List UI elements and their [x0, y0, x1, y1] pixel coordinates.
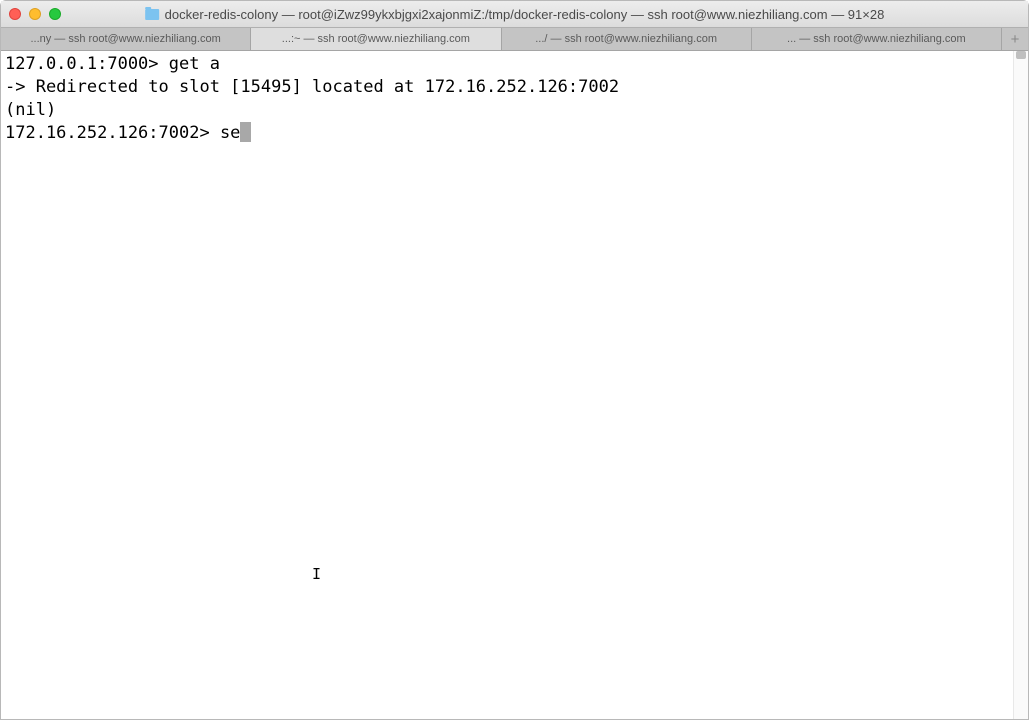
tab-2[interactable]: .../ — ssh root@www.niezhiliang.com	[502, 28, 752, 50]
prompt: 172.16.252.126:7002>	[5, 123, 220, 143]
tab-0[interactable]: ...ny — ssh root@www.niezhiliang.com	[1, 28, 251, 50]
tab-label: ... — ssh root@www.niezhiliang.com	[787, 33, 966, 45]
tab-3[interactable]: ... — ssh root@www.niezhiliang.com	[752, 28, 1002, 50]
tab-bar: ...ny — ssh root@www.niezhiliang.com ...…	[1, 28, 1028, 51]
tab-label: .../ — ssh root@www.niezhiliang.com	[535, 33, 717, 45]
tab-label: ...:~ — ssh root@www.niezhiliang.com	[282, 33, 470, 45]
minimize-icon[interactable]	[29, 8, 41, 20]
traffic-lights	[9, 8, 61, 20]
terminal-line: 172.16.252.126:7002> se	[5, 122, 1009, 145]
terminal-content[interactable]: 127.0.0.1:7000> get a-> Redirected to sl…	[1, 51, 1013, 719]
window-title: docker-redis-colony — root@iZwz99ykxbjgx…	[145, 7, 885, 22]
zoom-icon[interactable]	[49, 8, 61, 20]
cursor-block-icon	[240, 122, 251, 142]
terminal-line: (nil)	[5, 99, 1009, 122]
title-bar: docker-redis-colony — root@iZwz99ykxbjgx…	[1, 1, 1028, 28]
tab-add-button[interactable]: +	[1002, 28, 1028, 50]
scroll-thumb[interactable]	[1016, 51, 1026, 59]
scrollbar[interactable]	[1013, 51, 1028, 719]
tab-1[interactable]: ...:~ — ssh root@www.niezhiliang.com	[251, 28, 501, 50]
terminal-wrapper: 127.0.0.1:7000> get a-> Redirected to sl…	[1, 51, 1028, 719]
folder-icon	[145, 9, 159, 20]
close-icon[interactable]	[9, 8, 21, 20]
plus-icon: +	[1011, 31, 1020, 48]
command-text: se	[220, 123, 240, 143]
terminal-line: -> Redirected to slot [15495] located at…	[5, 76, 1009, 99]
command-text: get a	[169, 54, 220, 74]
prompt: 127.0.0.1:7000>	[5, 54, 169, 74]
window-title-text: docker-redis-colony — root@iZwz99ykxbjgx…	[165, 7, 885, 22]
terminal-line: 127.0.0.1:7000> get a	[5, 53, 1009, 76]
tab-label: ...ny — ssh root@www.niezhiliang.com	[30, 33, 220, 45]
